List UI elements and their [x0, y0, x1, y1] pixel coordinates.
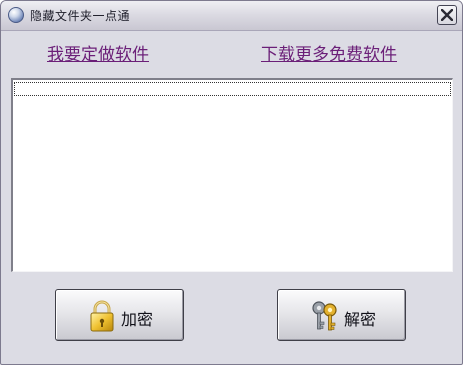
encrypt-label: 加密	[121, 310, 154, 329]
close-button[interactable]	[437, 5, 457, 25]
decrypt-button[interactable]: 解密	[277, 289, 406, 341]
decrypt-label: 解密	[344, 310, 377, 329]
download-more-software-link[interactable]: 下载更多免费软件	[261, 40, 397, 65]
padlock-icon	[90, 300, 114, 332]
window-title: 隐藏文件夹一点通	[30, 9, 131, 23]
list-item[interactable]	[14, 82, 451, 96]
close-icon	[441, 9, 453, 21]
custom-software-link[interactable]: 我要定做软件	[47, 40, 149, 65]
title-bar[interactable]: 隐藏文件夹一点通	[1, 1, 462, 31]
folder-list[interactable]	[11, 78, 453, 272]
encrypt-button[interactable]: 加密	[55, 289, 184, 341]
app-globe-icon	[8, 7, 24, 23]
app-window: 隐藏文件夹一点通 我要定做软件 下载更多免费软件 加密 解密	[0, 0, 463, 365]
keys-icon	[312, 301, 337, 331]
